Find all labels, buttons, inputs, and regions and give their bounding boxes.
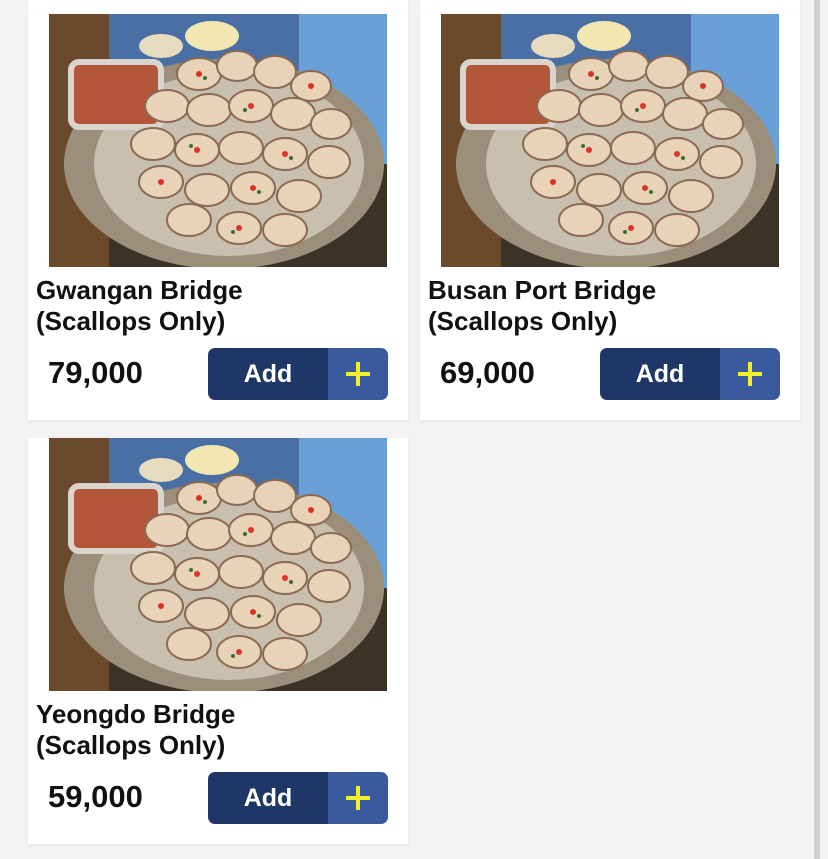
previous-card-edge	[28, 0, 408, 14]
add-button-label: Add	[600, 348, 720, 400]
product-name-line2: (Scallops Only)	[36, 730, 226, 760]
previous-card-edge	[420, 0, 800, 14]
plus-icon	[328, 348, 388, 400]
product-name-line1: Gwangan Bridge	[36, 275, 243, 305]
product-image	[441, 14, 779, 267]
product-card[interactable]: Yeongdo Bridge (Scallops Only) 59,000 Ad…	[28, 438, 408, 844]
add-to-cart-button[interactable]: Add	[208, 348, 388, 400]
plus-icon	[720, 348, 780, 400]
product-name: Yeongdo Bridge (Scallops Only)	[36, 699, 396, 761]
product-name-line2: (Scallops Only)	[36, 306, 226, 336]
product-name: Gwangan Bridge (Scallops Only)	[36, 275, 396, 337]
product-name-line1: Busan Port Bridge	[428, 275, 657, 305]
add-to-cart-button[interactable]: Add	[208, 772, 388, 824]
add-button-label: Add	[208, 772, 328, 824]
product-price: 59,000	[48, 779, 143, 814]
plus-icon	[328, 772, 388, 824]
product-name-line2: (Scallops Only)	[428, 306, 618, 336]
product-card[interactable]: Gwangan Bridge (Scallops Only) 79,000 Ad…	[28, 14, 408, 420]
scrollbar[interactable]	[814, 0, 820, 859]
product-image	[49, 438, 387, 691]
product-price: 69,000	[440, 355, 535, 390]
product-price: 79,000	[48, 355, 143, 390]
product-name-line1: Yeongdo Bridge	[36, 699, 236, 729]
product-image	[49, 14, 387, 267]
add-button-label: Add	[208, 348, 328, 400]
add-to-cart-button[interactable]: Add	[600, 348, 780, 400]
product-name: Busan Port Bridge (Scallops Only)	[428, 275, 788, 337]
product-card[interactable]: Busan Port Bridge (Scallops Only) 69,000…	[420, 14, 800, 420]
